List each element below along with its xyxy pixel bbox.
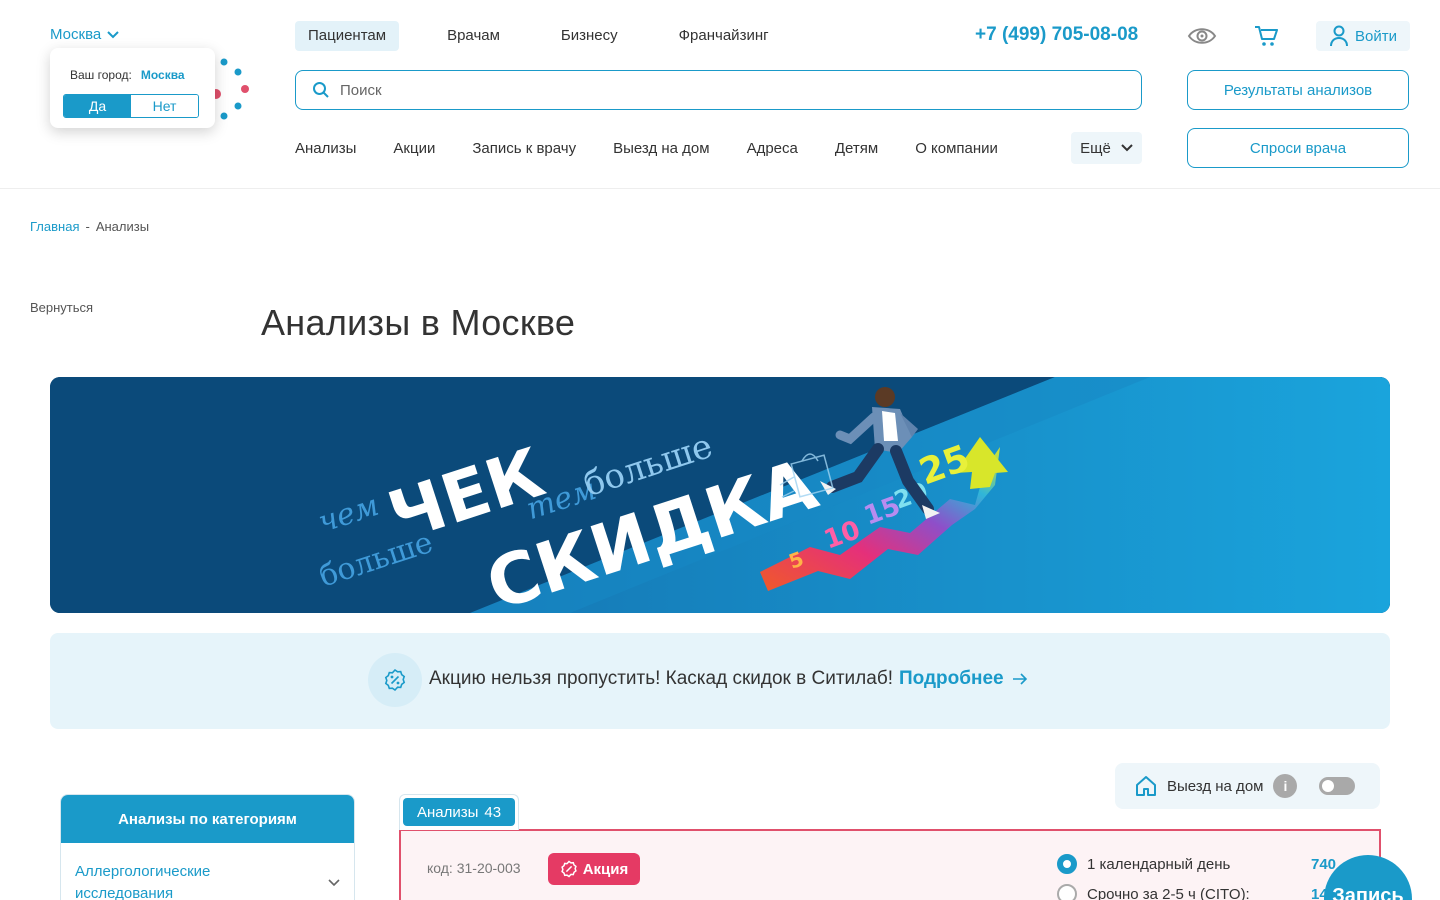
categories-panel: Анализы по категориям Аллергологические … xyxy=(60,794,355,900)
promo-link-label: Подробнее xyxy=(898,668,1004,689)
city-confirm-popup: Ваш город: Москва Да Нет xyxy=(50,48,215,128)
category-item[interactable]: Аллергологические исследования xyxy=(61,843,354,900)
search-input[interactable] xyxy=(340,81,1100,99)
nav-patients[interactable]: Пациентам xyxy=(295,21,400,51)
tab-analyses[interactable]: Анализы 43 xyxy=(403,798,515,826)
option-cito[interactable]: Срочно за 2-5 ч (CITO): 148 xyxy=(1057,884,1336,900)
nav-home-visit[interactable]: Выезд на дом xyxy=(613,140,709,157)
sale-badge-label: Акция xyxy=(582,860,629,878)
ask-doctor-button[interactable]: Спроси врача xyxy=(1187,128,1409,168)
banner-artwork: чем больше ЧЕК тем больше СКИДКА 5 10 15… xyxy=(50,377,1390,613)
nav-doctors[interactable]: Врачам xyxy=(434,21,513,51)
sale-badge: Акция xyxy=(548,853,640,885)
categories-title: Анализы по категориям xyxy=(61,795,354,843)
nav-doctor-appointment[interactable]: Запись к врачу xyxy=(472,140,576,157)
chevron-down-icon xyxy=(1121,144,1133,152)
home-icon xyxy=(1136,776,1156,796)
phone-link[interactable]: +7 (499) 705-08-08 xyxy=(975,24,1138,46)
city-selector[interactable]: Москва xyxy=(50,26,119,43)
user-icon xyxy=(1330,25,1348,47)
login-label: Войти xyxy=(1355,27,1397,45)
audience-nav: Пациентам Врачам Бизнесу Франчайзинг xyxy=(295,21,817,51)
test-results-button[interactable]: Результаты анализов xyxy=(1187,70,1409,110)
nav-business[interactable]: Бизнесу xyxy=(548,21,631,51)
arrow-right-icon xyxy=(1012,673,1027,685)
promo-more-link[interactable]: Подробнее xyxy=(899,668,1028,690)
breadcrumb: Главная - Анализы xyxy=(30,219,149,234)
home-visit-label: Выезд на дом xyxy=(1167,777,1264,795)
option-label: 1 календарный день xyxy=(1087,855,1231,873)
search-icon xyxy=(313,82,329,98)
low-vision-button[interactable] xyxy=(1186,22,1218,50)
discount-percent-icon xyxy=(384,668,406,692)
city-no-button[interactable]: Нет xyxy=(131,95,198,117)
back-link[interactable]: Вернуться xyxy=(30,300,93,315)
home-visit-toggle[interactable] xyxy=(1319,777,1356,795)
cart-icon xyxy=(1255,26,1278,46)
info-icon[interactable]: i xyxy=(1273,774,1298,798)
eye-icon xyxy=(1187,28,1217,44)
discount-percent-icon xyxy=(560,860,577,878)
breadcrumb-separator: - xyxy=(85,219,90,234)
promo-message: Акцию нельзя пропустить! Каскад скидок в… xyxy=(429,668,1028,690)
option-price: 740 xyxy=(1311,855,1337,873)
promo-banner[interactable]: чем больше ЧЕК тем больше СКИДКА 5 10 15… xyxy=(50,377,1390,613)
breadcrumb-current: Анализы xyxy=(95,219,150,234)
nav-promotions[interactable]: Акции xyxy=(393,140,435,157)
city-label: Москва xyxy=(50,26,102,43)
city-yes-button[interactable]: Да xyxy=(64,95,131,117)
header-divider xyxy=(0,188,1440,189)
search-bar[interactable] xyxy=(295,70,1142,110)
city-confirm-buttons: Да Нет xyxy=(63,94,199,118)
nav-children[interactable]: Детям xyxy=(835,140,878,157)
tab-label: Анализы xyxy=(416,803,479,821)
nav-about[interactable]: О компании xyxy=(915,140,998,157)
category-item-label: Аллергологические исследования xyxy=(75,863,211,900)
login-button[interactable]: Войти xyxy=(1316,21,1410,51)
tab-count: 43 xyxy=(484,803,502,821)
main-nav: Анализы Акции Запись к врачу Выезд на до… xyxy=(295,133,1035,163)
radio-selected[interactable] xyxy=(1057,854,1077,874)
city-name: Москва xyxy=(140,68,185,82)
radio-unselected[interactable] xyxy=(1057,884,1077,900)
breadcrumb-home[interactable]: Главная xyxy=(30,219,79,234)
analysis-code: код: 31-20-003 xyxy=(427,860,521,876)
page-title: Анализы в Москве xyxy=(261,302,576,343)
chevron-down-icon xyxy=(328,879,340,887)
more-menu-button[interactable]: Ещё xyxy=(1071,132,1142,164)
nav-analyses[interactable]: Анализы xyxy=(295,140,356,157)
city-question: Ваш город: xyxy=(70,68,132,82)
nav-franchise[interactable]: Франчайзинг xyxy=(666,21,782,51)
cart-button[interactable] xyxy=(1250,22,1282,50)
option-1-day[interactable]: 1 календарный день 740 xyxy=(1057,854,1336,874)
home-visit-filter: Выезд на дом i xyxy=(1115,763,1380,809)
nav-addresses[interactable]: Адреса xyxy=(747,140,798,157)
more-label: Ещё xyxy=(1080,139,1111,157)
option-label: Срочно за 2-5 ч (CITO): xyxy=(1087,885,1250,900)
promo-text: Акцию нельзя пропустить! Каскад скидок в… xyxy=(429,668,893,689)
tab-analyses-wrap: Анализы 43 xyxy=(399,794,519,830)
chevron-down-icon xyxy=(107,30,119,38)
promo-icon-wrap xyxy=(368,653,422,707)
